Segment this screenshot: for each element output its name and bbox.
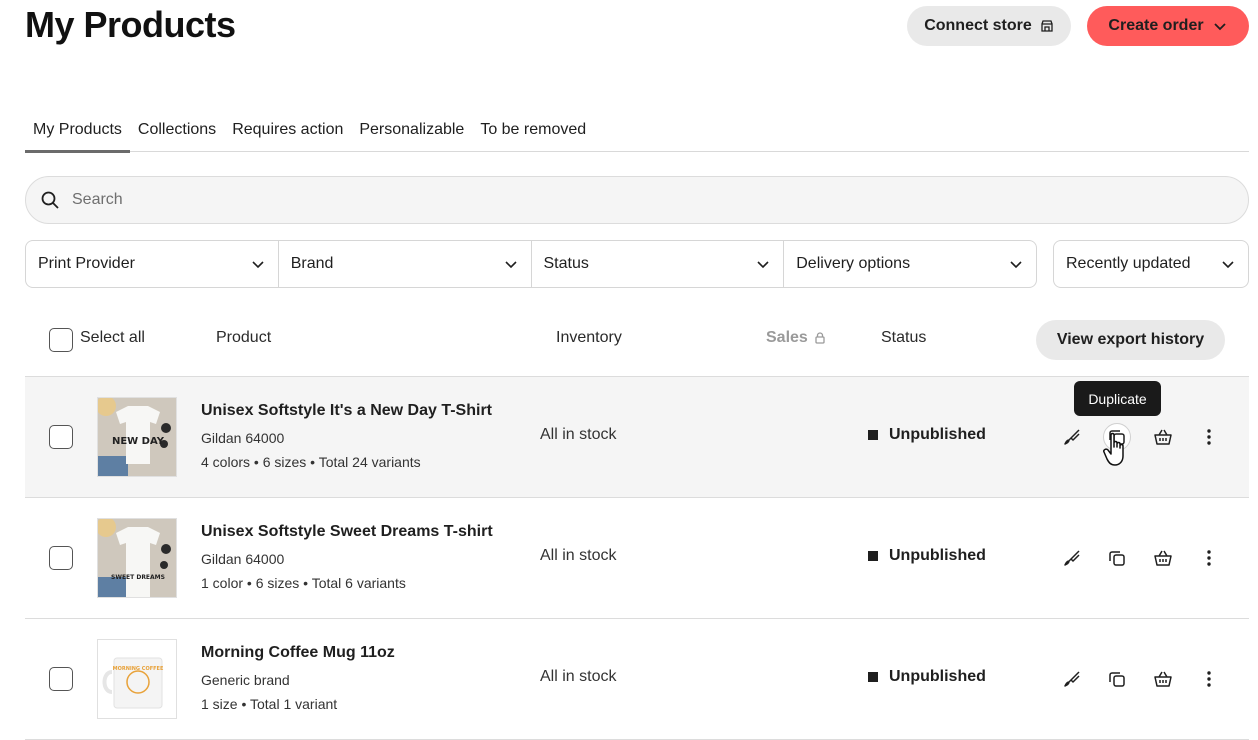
select-all-label: Select all [80, 329, 145, 346]
publish-button[interactable] [1149, 423, 1177, 451]
brush-icon [1064, 429, 1080, 445]
filter-label: Delivery options [796, 255, 911, 272]
select-all-checkbox[interactable] [49, 328, 73, 352]
connect-store-label: Connect store [924, 17, 1032, 34]
col-status: Status [881, 329, 927, 346]
thumb-text: NEW DAY [112, 436, 165, 447]
more-options-button[interactable] [1195, 423, 1223, 451]
col-sales: Sales [766, 329, 827, 347]
product-thumbnail: SWEET DREAMS [97, 518, 177, 598]
product-variants: 1 color • 6 sizes • Total 6 variants [201, 575, 406, 591]
table-row[interactable]: SWEET DREAMS Unisex Softstyle Sweet Drea… [25, 497, 1249, 618]
col-sales-label: Sales [766, 329, 808, 346]
row-checkbox[interactable] [49, 546, 73, 570]
basket-icon [1154, 671, 1172, 687]
tab-bar: My Products Collections Requires action … [25, 112, 1249, 153]
more-options-button[interactable] [1195, 665, 1223, 693]
basket-icon [1154, 550, 1172, 566]
search-icon [41, 191, 59, 209]
connect-store-button[interactable]: Connect store [907, 6, 1071, 46]
product-inventory: All in stock [540, 668, 617, 685]
filter-brand[interactable]: Brand [279, 241, 532, 287]
tab-collections[interactable]: Collections [130, 112, 224, 152]
status-badge: Unpublished [868, 547, 986, 565]
row-checkbox[interactable] [49, 425, 73, 449]
chevron-down-icon [1222, 261, 1234, 269]
filter-bar: Print Provider Brand Status Delivery opt… [25, 240, 1037, 288]
edit-button[interactable] [1058, 423, 1086, 451]
duplicate-icon [1109, 551, 1125, 566]
table-row[interactable]: NEW DAY Unisex Softstyle It's a New Day … [25, 376, 1249, 497]
create-order-label: Create order [1108, 17, 1204, 34]
chevron-down-icon [757, 261, 769, 269]
lock-icon [815, 332, 825, 344]
filter-label: Brand [290, 255, 334, 272]
page-title: My Products [25, 4, 236, 45]
table-row[interactable]: MORNING COFFEE Morning Coffee Mug 11oz G… [25, 618, 1249, 739]
brush-icon [1064, 671, 1080, 687]
sort-label: Recently updated [1066, 255, 1191, 272]
thumb-text: MORNING COFFEE [113, 666, 164, 672]
product-title[interactable]: Unisex Softstyle Sweet Dreams T-shirt [201, 523, 493, 541]
view-export-history-button[interactable]: View export history [1036, 320, 1225, 360]
duplicate-tooltip: Duplicate [1074, 381, 1161, 416]
status-label: Unpublished [889, 668, 986, 685]
basket-icon [1154, 429, 1172, 445]
product-title[interactable]: Morning Coffee Mug 11oz [201, 644, 395, 662]
col-inventory: Inventory [556, 329, 622, 346]
duplicate-button[interactable] [1103, 544, 1131, 572]
product-inventory: All in stock [540, 426, 617, 443]
brush-icon [1064, 550, 1080, 566]
product-variants: 1 size • Total 1 variant [201, 696, 338, 712]
status-label: Unpublished [889, 426, 986, 443]
tab-my-products[interactable]: My Products [25, 112, 130, 153]
product-inventory: All in stock [540, 547, 617, 564]
publish-button[interactable] [1149, 544, 1177, 572]
edit-button[interactable] [1058, 665, 1086, 693]
hand-cursor-icon [1103, 432, 1124, 466]
sort-select[interactable]: Recently updated [1053, 240, 1249, 288]
product-thumbnail: NEW DAY [97, 397, 177, 477]
chevron-down-icon [252, 261, 264, 269]
store-icon [1041, 20, 1053, 32]
table-header: Select all Product Inventory Sales Statu… [25, 316, 1249, 360]
status-badge: Unpublished [868, 668, 986, 686]
tab-requires-action[interactable]: Requires action [224, 112, 351, 152]
chevron-down-icon [1213, 23, 1226, 31]
edit-button[interactable] [1058, 544, 1086, 572]
chevron-down-icon [1010, 261, 1022, 269]
row-checkbox[interactable] [49, 667, 73, 691]
status-label: Unpublished [889, 547, 986, 564]
product-thumbnail: MORNING COFFEE [97, 639, 177, 719]
more-options-button[interactable] [1195, 544, 1223, 572]
product-brand: Gildan 64000 [201, 551, 285, 567]
create-order-button[interactable]: Create order [1087, 6, 1249, 46]
search-input[interactable] [72, 191, 1172, 209]
filter-label: Status [543, 255, 589, 272]
status-badge: Unpublished [868, 426, 986, 444]
product-title[interactable]: Unisex Softstyle It's a New Day T-Shirt [201, 402, 492, 420]
more-vertical-icon [1207, 550, 1211, 566]
filter-status[interactable]: Status [532, 241, 785, 287]
more-vertical-icon [1207, 671, 1211, 687]
search-bar [25, 176, 1249, 224]
filter-label: Print Provider [38, 255, 135, 272]
tab-to-be-removed[interactable]: To be removed [472, 112, 594, 152]
col-product: Product [216, 329, 272, 346]
publish-button[interactable] [1149, 665, 1177, 693]
product-brand: Gildan 64000 [201, 430, 285, 446]
thumb-text: SWEET DREAMS [111, 574, 165, 581]
chevron-down-icon [504, 261, 517, 269]
more-vertical-icon [1207, 429, 1211, 445]
product-variants: 4 colors • 6 sizes • Total 24 variants [201, 454, 421, 470]
tab-personalizable[interactable]: Personalizable [351, 112, 472, 152]
filter-delivery-options[interactable]: Delivery options [784, 241, 1036, 287]
filter-print-provider[interactable]: Print Provider [26, 241, 279, 287]
duplicate-button[interactable] [1103, 665, 1131, 693]
duplicate-icon [1109, 672, 1125, 687]
product-brand: Generic brand [201, 672, 290, 688]
